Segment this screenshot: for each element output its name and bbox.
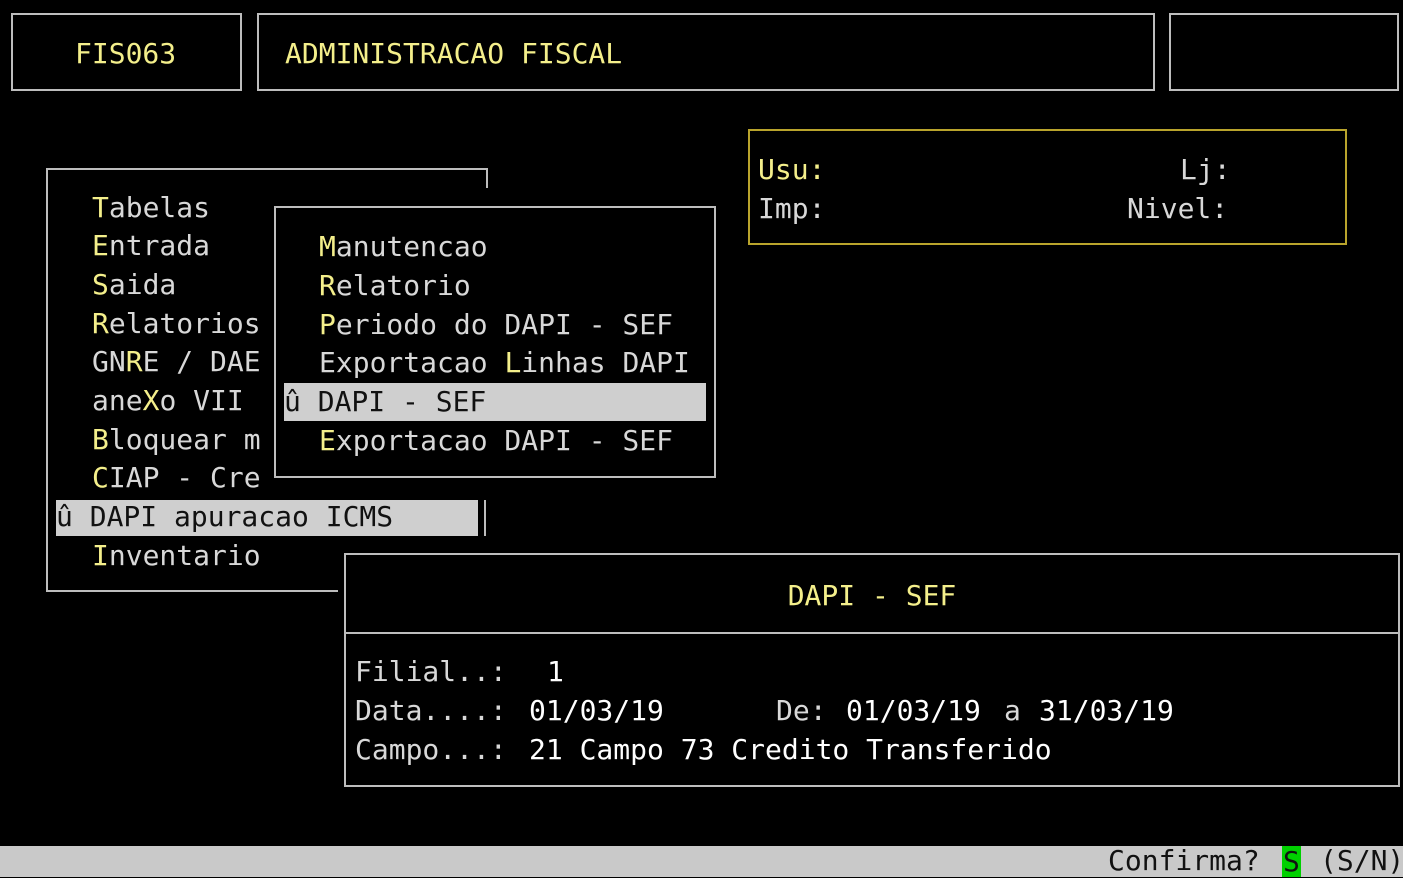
submenu-item-exportacao-linhas[interactable]: Exportacao Linhas DAPI <box>319 344 690 382</box>
filial-label: Filial..: <box>355 655 507 688</box>
campo-value[interactable]: 21 Campo 73 Credito Transferido <box>529 731 1052 769</box>
submenu-item-manutencao[interactable]: Manutencao <box>319 228 488 266</box>
submenu-item-relatorio[interactable]: Relatorio <box>319 267 471 305</box>
menu-item-inventario[interactable]: Inventario <box>92 537 261 575</box>
confirm-prompt: Confirma? <box>1108 844 1260 877</box>
filial-value[interactable]: 1 <box>547 653 564 691</box>
menu-item-entrada[interactable]: Entrada <box>92 227 210 265</box>
user-info-box: Usu: Lj: Imp: Nivel: <box>748 129 1347 245</box>
submenu-item-exportacao-dapi[interactable]: Exportacao DAPI - SEF <box>319 422 673 460</box>
campo-label: Campo...: <box>355 733 507 766</box>
de-label: De: <box>776 694 827 727</box>
confirm-answer[interactable]: S <box>1282 846 1301 877</box>
menu-item-tabelas[interactable]: Tabelas <box>92 189 210 227</box>
usu-label: Usu: <box>758 153 826 186</box>
data-value[interactable]: 01/03/19 <box>529 692 664 730</box>
program-code-box: FIS063 <box>11 13 242 91</box>
menu-item-bloquear[interactable]: Bloquear m <box>92 421 261 459</box>
menu-item-saida[interactable]: Saida <box>92 266 176 304</box>
imp-label: Imp: <box>758 192 826 225</box>
title-box: ADMINISTRACAO FISCAL <box>257 13 1155 91</box>
sub-menu: Manutencao Relatorio Periodo do DAPI - S… <box>274 206 716 478</box>
menu-item-relatorios[interactable]: Relatorios <box>92 305 261 343</box>
dialog-title: DAPI - SEF <box>787 579 957 612</box>
confirm-options: (S/N) <box>1320 844 1403 877</box>
status-bar: Confirma? S (S/N) <box>0 844 1403 877</box>
dialog-divider <box>346 632 1398 634</box>
submenu-item-dapi-sef[interactable]: û DAPI - SEF <box>284 383 706 421</box>
nivel-label: Nivel: <box>1127 192 1229 225</box>
program-code: FIS063 <box>75 37 177 70</box>
menu-item-gnre-dae[interactable]: GNRE / DAE <box>92 343 261 381</box>
submenu-item-periodo-dapi[interactable]: Periodo do DAPI - SEF <box>319 306 673 344</box>
data-label: Data....: <box>355 694 507 727</box>
de-separator: a <box>1004 694 1021 727</box>
lj-label: Lj: <box>1180 153 1231 186</box>
de-from-value[interactable]: 01/03/19 <box>846 692 981 730</box>
de-to-value[interactable]: 31/03/19 <box>1039 692 1174 730</box>
window-title: ADMINISTRACAO FISCAL <box>285 37 623 70</box>
menu-item-dapi-apuracao[interactable]: û DAPI apuracao ICMS <box>56 500 478 536</box>
header-right-box <box>1169 13 1399 91</box>
menu-item-anexo-vii[interactable]: aneXo VII <box>92 382 244 420</box>
menu-item-ciap[interactable]: CIAP - Cre <box>92 459 261 497</box>
dapi-sef-dialog: DAPI - SEF Filial..: 1 Data....: 01/03/1… <box>344 553 1400 787</box>
